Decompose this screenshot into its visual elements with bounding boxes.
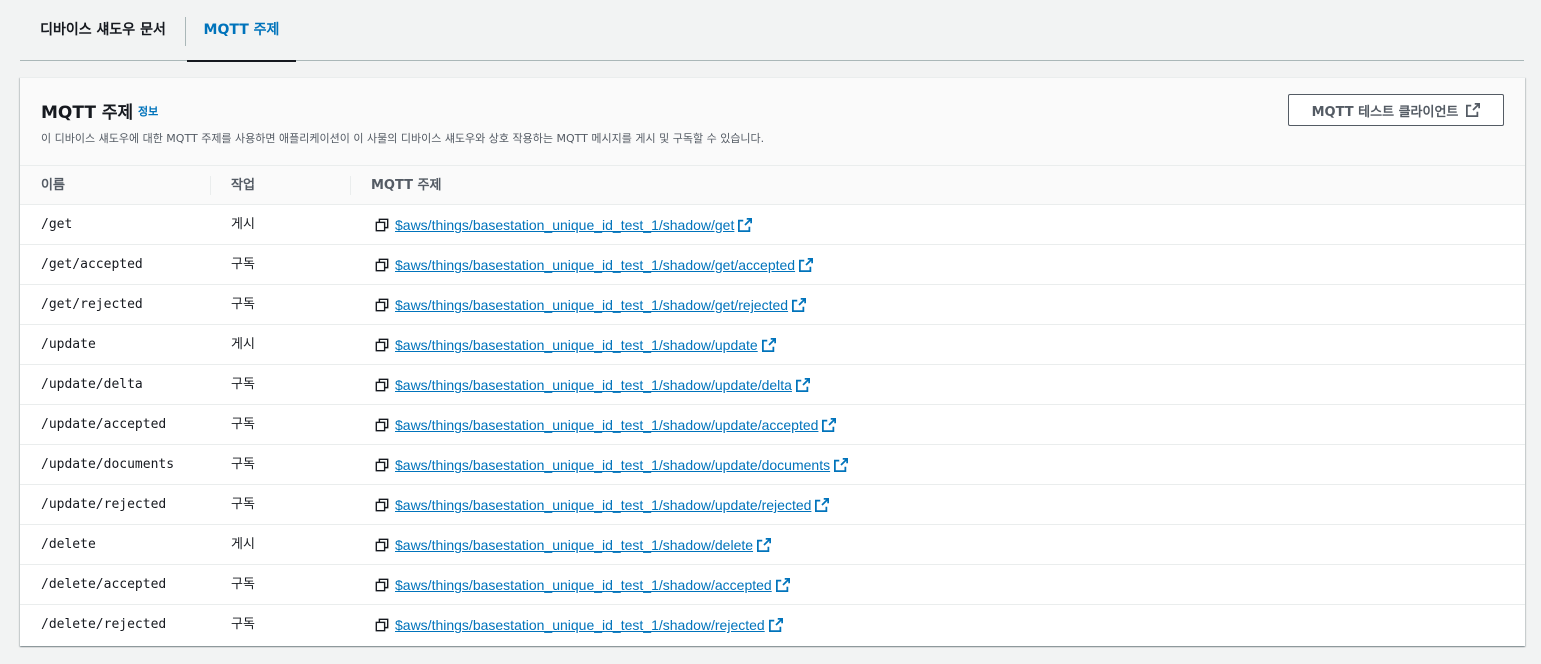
mqtt-test-client-label: MQTT 테스트 클라이언트 [1311,104,1459,120]
row-topic: $aws/things/basestation_unique_id_test_1… [375,565,790,605]
topic-link[interactable]: $aws/things/basestation_unique_id_test_1… [395,537,753,553]
row-topic: $aws/things/basestation_unique_id_test_1… [375,605,783,645]
topic-link[interactable]: $aws/things/basestation_unique_id_test_1… [395,577,772,593]
copy-icon[interactable] [375,618,389,632]
copy-icon[interactable] [375,498,389,512]
tab-mqtt-topics[interactable]: MQTT 주제 [187,0,296,62]
row-operation: 게시 [231,537,255,552]
row-topic: $aws/things/basestation_unique_id_test_1… [375,205,753,245]
row-operation: 구독 [231,377,255,392]
table-row: /update/rejected 구독 $aws/things/basestatio… [20,485,1525,525]
row-name: /get/rejected [41,297,143,312]
row-name: /delete [41,537,96,552]
external-link-icon[interactable] [757,538,772,552]
column-divider [350,176,351,195]
topic-link[interactable]: $aws/things/basestation_unique_id_test_1… [395,297,788,313]
topic-link[interactable]: $aws/things/basestation_unique_id_test_1… [395,257,795,273]
row-operation: 구독 [231,617,255,632]
row-operation: 구독 [231,417,255,432]
table-row: /update 게시 $aws/things/basestation_unique_… [20,325,1525,365]
row-topic: $aws/things/basestation_unique_id_test_1… [375,525,772,565]
row-operation: 구독 [231,457,255,472]
row-name: /delete/rejected [41,617,167,632]
row-operation: 구독 [231,297,255,312]
panel-header: MQTT 주제 정보 이 디바이스 섀도우에 대한 MQTT 주제를 사용하면 … [20,78,1525,166]
copy-icon[interactable] [375,338,389,352]
row-operation: 구독 [231,257,255,272]
column-header-operation[interactable]: 작업 [231,166,255,205]
row-topic: $aws/things/basestation_unique_id_test_1… [375,445,849,485]
external-link-icon[interactable] [792,298,807,312]
row-operation: 게시 [231,337,255,352]
topic-link[interactable]: $aws/things/basestation_unique_id_test_1… [395,217,734,233]
row-topic: $aws/things/basestation_unique_id_test_1… [375,285,807,325]
table-row: /delete/accepted 구독 $aws/things/basestatio… [20,565,1525,605]
mqtt-test-client-button[interactable]: MQTT 테스트 클라이언트 [1288,94,1504,126]
column-divider [210,176,211,195]
row-name: /get/accepted [41,257,143,272]
copy-icon[interactable] [375,378,389,392]
row-name: /update/delta [41,377,143,392]
row-topic: $aws/things/basestation_unique_id_test_1… [375,405,837,445]
external-link-icon[interactable] [834,458,849,472]
copy-icon[interactable] [375,418,389,432]
external-link-icon[interactable] [738,218,753,232]
tab-device-shadow-document[interactable]: 디바이스 섀도우 문서 [20,0,186,61]
copy-icon[interactable] [375,538,389,552]
external-link-icon[interactable] [822,418,837,432]
tab-bar: 디바이스 섀도우 문서 MQTT 주제 [20,0,1524,62]
column-header-name[interactable]: 이름 [41,166,65,205]
row-name: /get [41,217,73,232]
external-link-icon[interactable] [799,258,814,272]
table-row: /update/documents 구독 $aws/things/basestati… [20,445,1525,485]
topic-link[interactable]: $aws/things/basestation_unique_id_test_1… [395,617,765,633]
external-link-icon[interactable] [768,618,783,632]
external-link-icon[interactable] [775,578,790,592]
panel-title: MQTT 주제 [41,103,134,123]
topic-link[interactable]: $aws/things/basestation_unique_id_test_1… [395,377,792,393]
external-link-icon[interactable] [795,378,810,392]
tab-divider [185,17,186,46]
row-operation: 게시 [231,217,255,232]
table-row: /get/accepted 구독 $aws/things/basestation_u… [20,245,1525,285]
topic-link[interactable]: $aws/things/basestation_unique_id_test_1… [395,417,818,433]
row-name: /update/documents [41,457,175,472]
row-name: /delete/accepted [41,577,167,592]
external-link-icon[interactable] [761,338,776,352]
topic-link[interactable]: $aws/things/basestation_unique_id_test_1… [395,457,830,473]
external-link-icon [1466,103,1481,117]
row-operation: 구독 [231,497,255,512]
copy-icon[interactable] [375,258,389,272]
panel-description: 이 디바이스 섀도우에 대한 MQTT 주제를 사용하면 애플리케이션이 이 사… [41,132,765,145]
info-link[interactable]: 정보 [138,103,158,119]
external-link-icon[interactable] [815,498,830,512]
row-name: /update/rejected [41,497,167,512]
row-name: /update [41,337,96,352]
copy-icon[interactable] [375,298,389,312]
copy-icon[interactable] [375,218,389,232]
topic-link[interactable]: $aws/things/basestation_unique_id_test_1… [395,337,758,353]
row-operation: 구독 [231,577,255,592]
row-topic: $aws/things/basestation_unique_id_test_1… [375,245,814,285]
row-topic: $aws/things/basestation_unique_id_test_1… [375,485,830,525]
table-body: /get 게시 $aws/things/basestation_unique_id_… [20,205,1525,645]
row-topic: $aws/things/basestation_unique_id_test_1… [375,365,810,405]
topic-link[interactable]: $aws/things/basestation_unique_id_test_1… [395,497,811,513]
table-row: /get/rejected 구독 $aws/things/basestation_u… [20,285,1525,325]
table-row: /update/accepted 구독 $aws/things/basestatio… [20,405,1525,445]
table-row: /delete/rejected 구독 $aws/things/basestatio… [20,605,1525,645]
row-name: /update/accepted [41,417,167,432]
table-row: /update/delta 구독 $aws/things/basestation_u… [20,365,1525,405]
row-topic: $aws/things/basestation_unique_id_test_1… [375,325,776,365]
table-header: 이름 작업 MQTT 주제 [20,166,1525,205]
table-row: /delete 게시 $aws/things/basestation_unique_… [20,525,1525,565]
mqtt-topics-panel: MQTT 주제 정보 이 디바이스 섀도우에 대한 MQTT 주제를 사용하면 … [20,77,1525,646]
table-row: /get 게시 $aws/things/basestation_unique_id_… [20,205,1525,245]
copy-icon[interactable] [375,458,389,472]
column-header-mqtt-topic[interactable]: MQTT 주제 [371,166,441,205]
copy-icon[interactable] [375,578,389,592]
